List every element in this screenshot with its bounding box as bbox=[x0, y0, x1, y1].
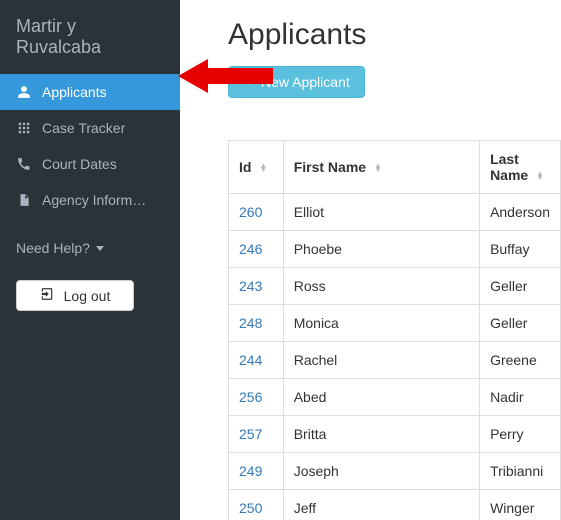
cell-last-name: Buffay bbox=[480, 231, 561, 268]
applicant-id-link[interactable]: 249 bbox=[239, 463, 262, 479]
sort-icon: ▲▼ bbox=[259, 164, 267, 172]
new-applicant-label: New Applicant bbox=[261, 74, 350, 90]
cell-last-name: Geller bbox=[480, 268, 561, 305]
table-row: 250 JeffWinger bbox=[229, 490, 561, 520]
table-row: 260 ElliotAnderson bbox=[229, 194, 561, 231]
sidebar-item-applicants[interactable]: Applicants bbox=[0, 74, 180, 110]
brand-title: Martir y Ruvalcaba bbox=[0, 0, 180, 74]
cell-last-name: Perry bbox=[480, 416, 561, 453]
new-applicant-button[interactable]: New Applicant bbox=[228, 66, 365, 98]
cell-first-name: Elliot bbox=[283, 194, 479, 231]
sidebar-item-label: Court Dates bbox=[42, 156, 117, 172]
cell-id: 260 bbox=[229, 194, 284, 231]
col-header-id[interactable]: Id ▲▼ bbox=[229, 141, 284, 194]
sidebar: Martir y Ruvalcaba Applicants Case Track… bbox=[0, 0, 180, 520]
cell-id: 246 bbox=[229, 231, 284, 268]
table-row: 244 RachelGreene bbox=[229, 342, 561, 379]
cell-last-name: Anderson bbox=[480, 194, 561, 231]
cell-id: 249 bbox=[229, 453, 284, 490]
cell-last-name: Tribianni bbox=[480, 453, 561, 490]
sidebar-item-agency-information[interactable]: Agency Inform… bbox=[0, 182, 180, 218]
col-header-first-name[interactable]: First Name ▲▼ bbox=[283, 141, 479, 194]
need-help-label: Need Help? bbox=[16, 240, 90, 256]
cell-first-name: Rachel bbox=[283, 342, 479, 379]
applicant-id-link[interactable]: 250 bbox=[239, 500, 262, 516]
cell-first-name: Britta bbox=[283, 416, 479, 453]
cell-first-name: Ross bbox=[283, 268, 479, 305]
sidebar-item-label: Applicants bbox=[42, 84, 107, 100]
sidebar-item-court-dates[interactable]: Court Dates bbox=[0, 146, 180, 182]
cell-id: 250 bbox=[229, 490, 284, 520]
table-row: 257 BrittaPerry bbox=[229, 416, 561, 453]
applicant-id-link[interactable]: 260 bbox=[239, 204, 262, 220]
cell-id: 244 bbox=[229, 342, 284, 379]
grid-icon bbox=[16, 121, 32, 135]
cell-id: 243 bbox=[229, 268, 284, 305]
logout-button[interactable]: Log out bbox=[16, 280, 134, 311]
table-header-row: Id ▲▼ First Name ▲▼ Last Name ▲▼ bbox=[229, 141, 561, 194]
table-row: 243 RossGeller bbox=[229, 268, 561, 305]
cell-first-name: Joseph bbox=[283, 453, 479, 490]
col-header-last-name[interactable]: Last Name ▲▼ bbox=[480, 141, 561, 194]
table-row: 248 MonicaGeller bbox=[229, 305, 561, 342]
plus-icon bbox=[243, 74, 255, 90]
table-row: 256 AbedNadir bbox=[229, 379, 561, 416]
user-icon bbox=[16, 85, 32, 99]
sort-icon: ▲▼ bbox=[536, 172, 544, 180]
cell-last-name: Geller bbox=[480, 305, 561, 342]
sidebar-item-label: Case Tracker bbox=[42, 120, 125, 136]
page-title: Applicants bbox=[228, 18, 561, 52]
sidebar-item-label: Agency Inform… bbox=[42, 192, 146, 208]
applicants-table: Id ▲▼ First Name ▲▼ Last Name ▲▼ 260E bbox=[228, 140, 561, 520]
applicant-id-link[interactable]: 256 bbox=[239, 389, 262, 405]
cell-id: 256 bbox=[229, 379, 284, 416]
need-help-dropdown[interactable]: Need Help? bbox=[0, 226, 180, 270]
cell-first-name: Jeff bbox=[283, 490, 479, 520]
phone-icon bbox=[16, 157, 32, 171]
applicant-id-link[interactable]: 244 bbox=[239, 352, 262, 368]
logout-icon bbox=[40, 287, 54, 304]
applicant-id-link[interactable]: 248 bbox=[239, 315, 262, 331]
applicant-id-link[interactable]: 243 bbox=[239, 278, 262, 294]
table-row: 246 PhoebeBuffay bbox=[229, 231, 561, 268]
sort-icon: ▲▼ bbox=[374, 164, 382, 172]
logout-label: Log out bbox=[64, 288, 111, 304]
applicant-id-link[interactable]: 246 bbox=[239, 241, 262, 257]
cell-last-name: Nadir bbox=[480, 379, 561, 416]
cell-last-name: Winger bbox=[480, 490, 561, 520]
cell-first-name: Monica bbox=[283, 305, 479, 342]
applicant-id-link[interactable]: 257 bbox=[239, 426, 262, 442]
main-content: Applicants New Applicant Id ▲▼ First N bbox=[180, 0, 561, 520]
cell-last-name: Greene bbox=[480, 342, 561, 379]
cell-first-name: Phoebe bbox=[283, 231, 479, 268]
sidebar-item-case-tracker[interactable]: Case Tracker bbox=[0, 110, 180, 146]
file-icon bbox=[16, 193, 32, 207]
table-row: 249 JosephTribianni bbox=[229, 453, 561, 490]
cell-id: 257 bbox=[229, 416, 284, 453]
chevron-down-icon bbox=[96, 246, 104, 251]
cell-id: 248 bbox=[229, 305, 284, 342]
cell-first-name: Abed bbox=[283, 379, 479, 416]
sidebar-nav: Applicants Case Tracker Court Dates Agen… bbox=[0, 74, 180, 218]
